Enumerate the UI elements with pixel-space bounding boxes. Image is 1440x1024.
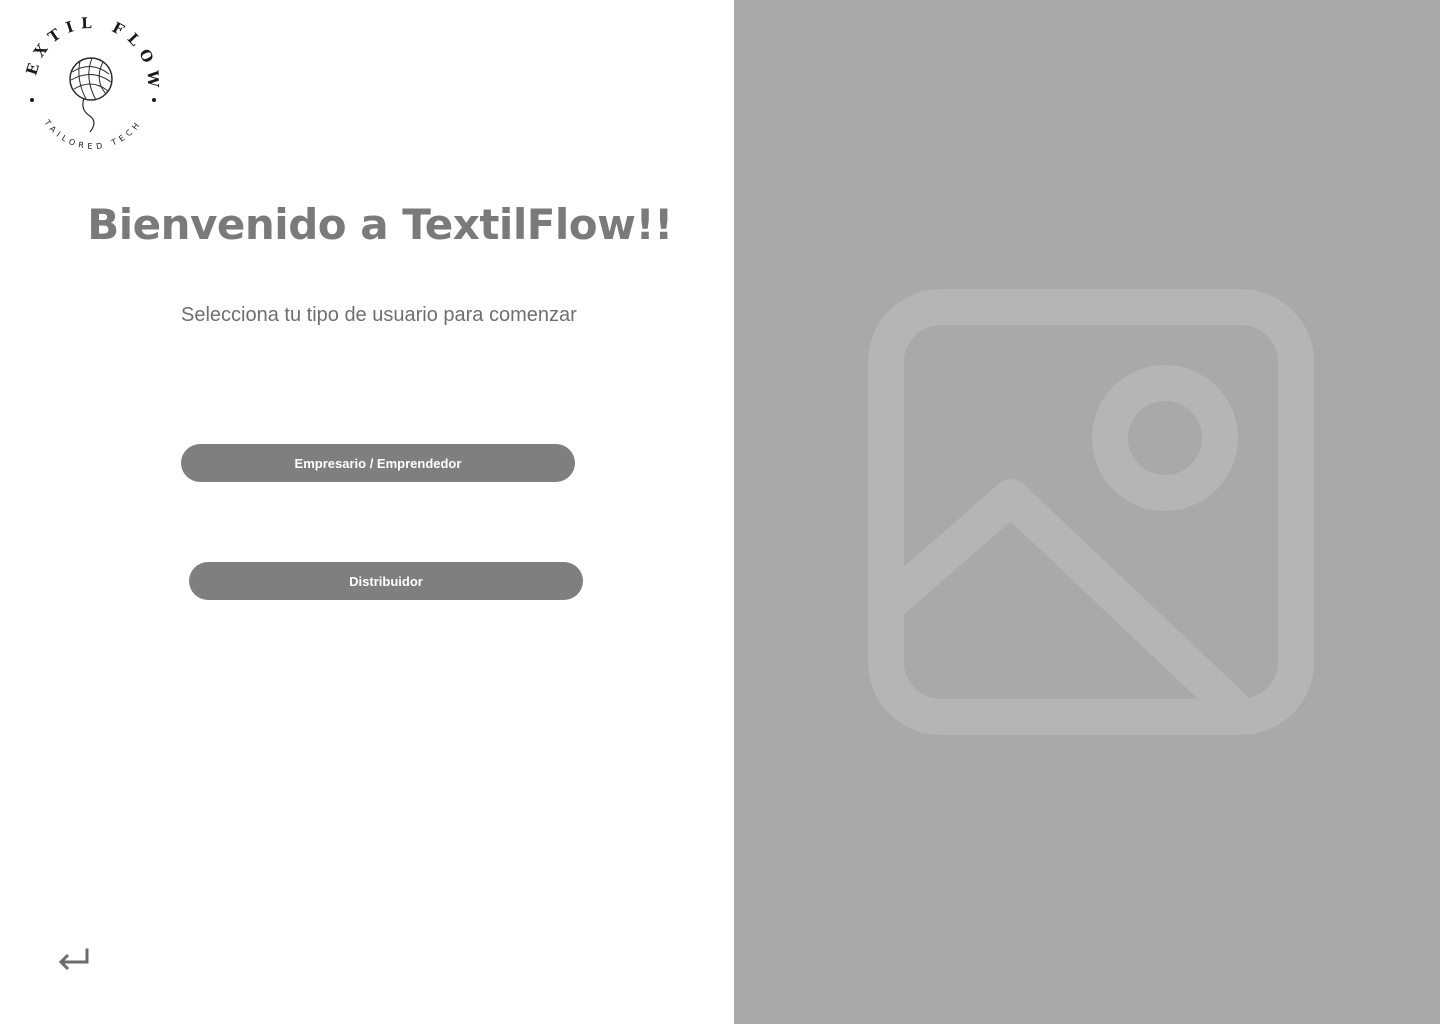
image-placeholder-icon (868, 289, 1314, 735)
page-title: Bienvenido a TextilFlow!! (87, 200, 673, 249)
page-subtitle: Selecciona tu tipo de usuario para comen… (181, 304, 577, 326)
entrepreneur-button[interactable]: Empresario / Emprendedor (181, 444, 575, 482)
return-arrow-icon[interactable] (56, 944, 90, 974)
textil-flow-logo: TEXTIL FLOW TAILORED TECH (14, 12, 156, 151)
svg-text:TAILORED TECH: TAILORED TECH (42, 117, 144, 151)
yarn-ball-icon (69, 57, 113, 133)
left-panel: TEXTIL FLOW TAILORED TECH Bienvenido a T… (0, 0, 734, 1024)
distributor-button[interactable]: Distribuidor (189, 562, 583, 600)
